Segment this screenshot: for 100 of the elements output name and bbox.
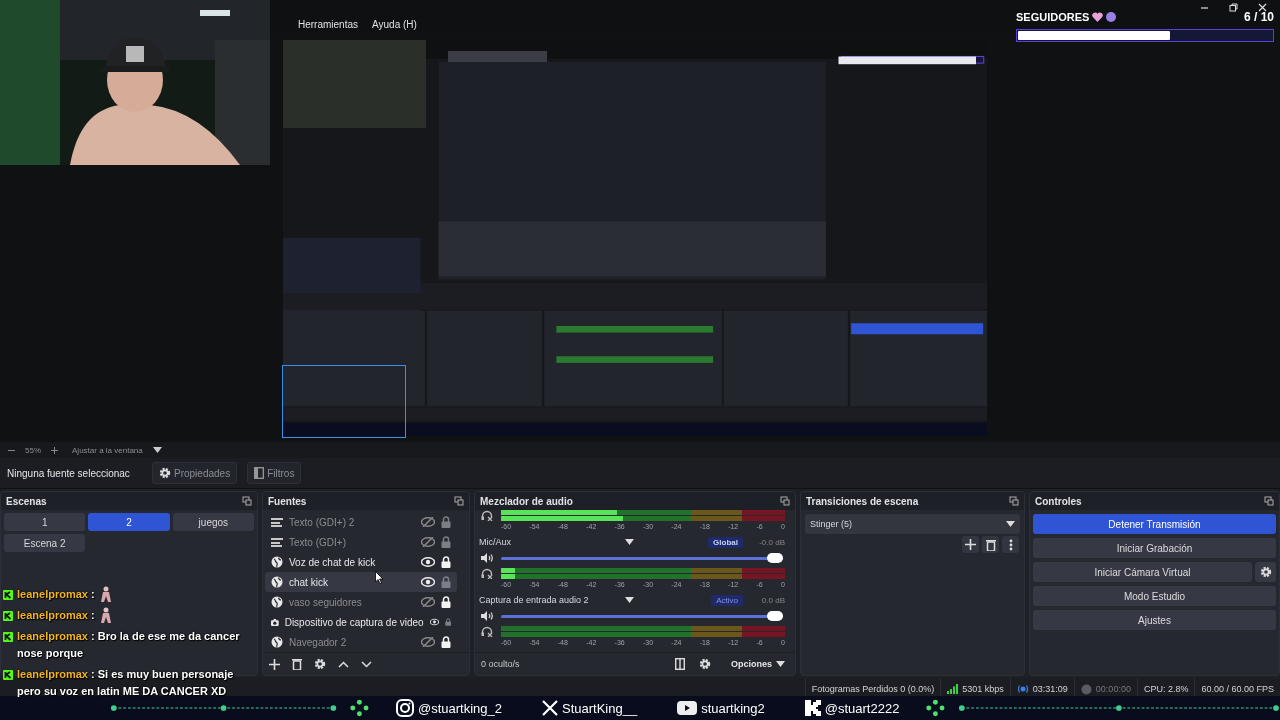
trash-icon[interactable] bbox=[292, 658, 302, 670]
source-name: Navegador 2 bbox=[289, 636, 347, 648]
chat-message: leanelpromax : bbox=[17, 608, 95, 623]
menu-item[interactable]: Herramientas bbox=[298, 17, 359, 31]
text-icon bbox=[271, 517, 283, 527]
properties-button[interactable]: Propiedades bbox=[152, 462, 238, 484]
undock-icon[interactable] bbox=[780, 496, 790, 506]
source-name: chat kick bbox=[289, 576, 328, 588]
caret-icon bbox=[1006, 521, 1015, 527]
move-up-icon[interactable] bbox=[338, 660, 349, 668]
control-button[interactable]: Ajustes bbox=[1033, 610, 1276, 630]
globe-icon bbox=[271, 556, 283, 568]
slider-thumb[interactable] bbox=[767, 552, 783, 563]
undock-icon[interactable] bbox=[454, 496, 464, 506]
hidden-count: 0 oculto/s bbox=[481, 659, 520, 669]
scene-button[interactable]: Escena 2 bbox=[4, 534, 86, 552]
settings-icon[interactable] bbox=[314, 658, 326, 670]
unlocked-icon[interactable] bbox=[441, 536, 451, 548]
source-item[interactable]: Navegador 2 bbox=[265, 632, 457, 652]
dock-title: Fuentes bbox=[268, 495, 307, 507]
fit-to-window-option[interactable]: Ajustar a la ventana bbox=[72, 445, 143, 455]
eye-icon[interactable] bbox=[421, 557, 435, 567]
headphone-muted-icon[interactable] bbox=[481, 568, 493, 579]
dock-title: Mezclador de audio bbox=[480, 495, 573, 507]
selection-box[interactable] bbox=[282, 365, 406, 438]
dots-icon bbox=[925, 699, 947, 717]
chat-badge-icon bbox=[3, 590, 13, 600]
channel-badge[interactable]: Global bbox=[708, 536, 743, 548]
social-handle: StuartKing__ bbox=[562, 700, 638, 716]
volume-slider[interactable] bbox=[501, 556, 783, 560]
chat-message: leanelpromax : Bro la de ese me da cancer nose porque bbox=[17, 629, 241, 661]
lock-icon[interactable] bbox=[441, 636, 451, 648]
eye-off-icon[interactable] bbox=[421, 637, 435, 647]
x-logo-icon bbox=[542, 700, 558, 716]
caret-icon[interactable] bbox=[152, 447, 162, 453]
frame-rate: 60.00 / 60.00 FPS bbox=[1201, 684, 1274, 694]
channel-name: Captura de entrada audio 2 bbox=[479, 595, 590, 605]
social-handle: stuartking2 bbox=[701, 700, 765, 716]
source-item[interactable]: chat kick bbox=[265, 572, 457, 592]
control-button[interactable]: Iniciar Grabación bbox=[1033, 538, 1276, 558]
transition-dropdown[interactable]: Stinger (5) bbox=[805, 514, 1020, 534]
chat-badge-icon bbox=[3, 670, 13, 680]
control-button[interactable]: Iniciar Cámara Virtual bbox=[1033, 562, 1252, 582]
filters-button[interactable]: Filtros bbox=[247, 462, 302, 484]
undock-icon[interactable] bbox=[242, 496, 252, 506]
slider-thumb[interactable] bbox=[767, 610, 783, 621]
headphone-muted-icon[interactable] bbox=[481, 510, 493, 521]
volume-slider[interactable] bbox=[501, 614, 783, 618]
scene-button[interactable]: juegos bbox=[172, 513, 254, 531]
scene-button[interactable]: 1 bbox=[4, 513, 86, 531]
source-item[interactable]: Texto (GDI+) 2 bbox=[265, 512, 457, 532]
unlocked-icon[interactable] bbox=[444, 616, 451, 628]
eye-off-icon[interactable] bbox=[421, 537, 435, 547]
add-icon[interactable] bbox=[965, 539, 976, 550]
close-icon[interactable] bbox=[1258, 2, 1267, 12]
record-time: 00:00:00 bbox=[1095, 684, 1131, 694]
stream-time: 03:31:09 bbox=[1032, 684, 1068, 694]
chat-badge-icon bbox=[3, 611, 13, 621]
more-icon[interactable] bbox=[1008, 538, 1013, 551]
k-logo-icon bbox=[804, 700, 821, 716]
source-name: vaso seguidores bbox=[289, 596, 362, 608]
gear-icon[interactable] bbox=[159, 467, 171, 479]
control-button[interactable]: Modo Estudio bbox=[1033, 586, 1276, 606]
source-item[interactable]: Dispositivo de captura de video bbox=[265, 612, 457, 632]
globe-icon bbox=[271, 596, 283, 608]
eye-off-icon[interactable] bbox=[421, 517, 435, 527]
followers-count: 6 / 10 bbox=[1243, 10, 1274, 24]
advanced-settings-icon[interactable] bbox=[699, 658, 711, 670]
caret-icon bbox=[776, 661, 785, 667]
trash-icon[interactable] bbox=[985, 538, 996, 551]
channel-badge[interactable]: Activo bbox=[711, 594, 743, 606]
menu-item[interactable]: Ayuda (H) bbox=[372, 17, 417, 31]
speaker-icon[interactable] bbox=[481, 553, 493, 563]
speaker-icon[interactable] bbox=[481, 611, 493, 621]
cpu-usage: CPU: 2.8% bbox=[1143, 684, 1189, 694]
caret-icon[interactable] bbox=[625, 597, 634, 603]
lock-icon[interactable] bbox=[441, 556, 451, 568]
bitrate: 5301 kbps bbox=[962, 684, 1004, 694]
add-icon[interactable] bbox=[269, 658, 280, 670]
control-button[interactable]: Detener Transmisión bbox=[1033, 514, 1276, 534]
eye-off-icon[interactable] bbox=[421, 597, 435, 607]
globe-icon bbox=[271, 576, 283, 588]
source-item[interactable]: Voz de chat de kick bbox=[265, 552, 457, 572]
eye-icon[interactable] bbox=[421, 577, 435, 587]
eye-icon[interactable] bbox=[429, 617, 439, 627]
maximize-icon[interactable] bbox=[1229, 2, 1238, 12]
unlocked-icon[interactable] bbox=[441, 516, 451, 528]
caret-icon[interactable] bbox=[625, 539, 634, 545]
source-item[interactable]: vaso seguidores bbox=[265, 592, 457, 612]
unlocked-icon[interactable] bbox=[441, 576, 451, 588]
undock-icon[interactable] bbox=[1009, 496, 1019, 506]
undock-icon[interactable] bbox=[1264, 496, 1274, 506]
options-button[interactable]: Opciones bbox=[725, 658, 791, 670]
zoom-in-icon[interactable] bbox=[51, 446, 58, 454]
scene-button[interactable]: 2 bbox=[88, 513, 170, 531]
layout-icon[interactable] bbox=[675, 658, 685, 670]
lock-icon[interactable] bbox=[441, 596, 451, 608]
source-item[interactable]: Texto (GDI+) bbox=[265, 532, 457, 552]
move-down-icon[interactable] bbox=[361, 660, 372, 668]
headphone-muted-icon[interactable] bbox=[481, 626, 493, 637]
